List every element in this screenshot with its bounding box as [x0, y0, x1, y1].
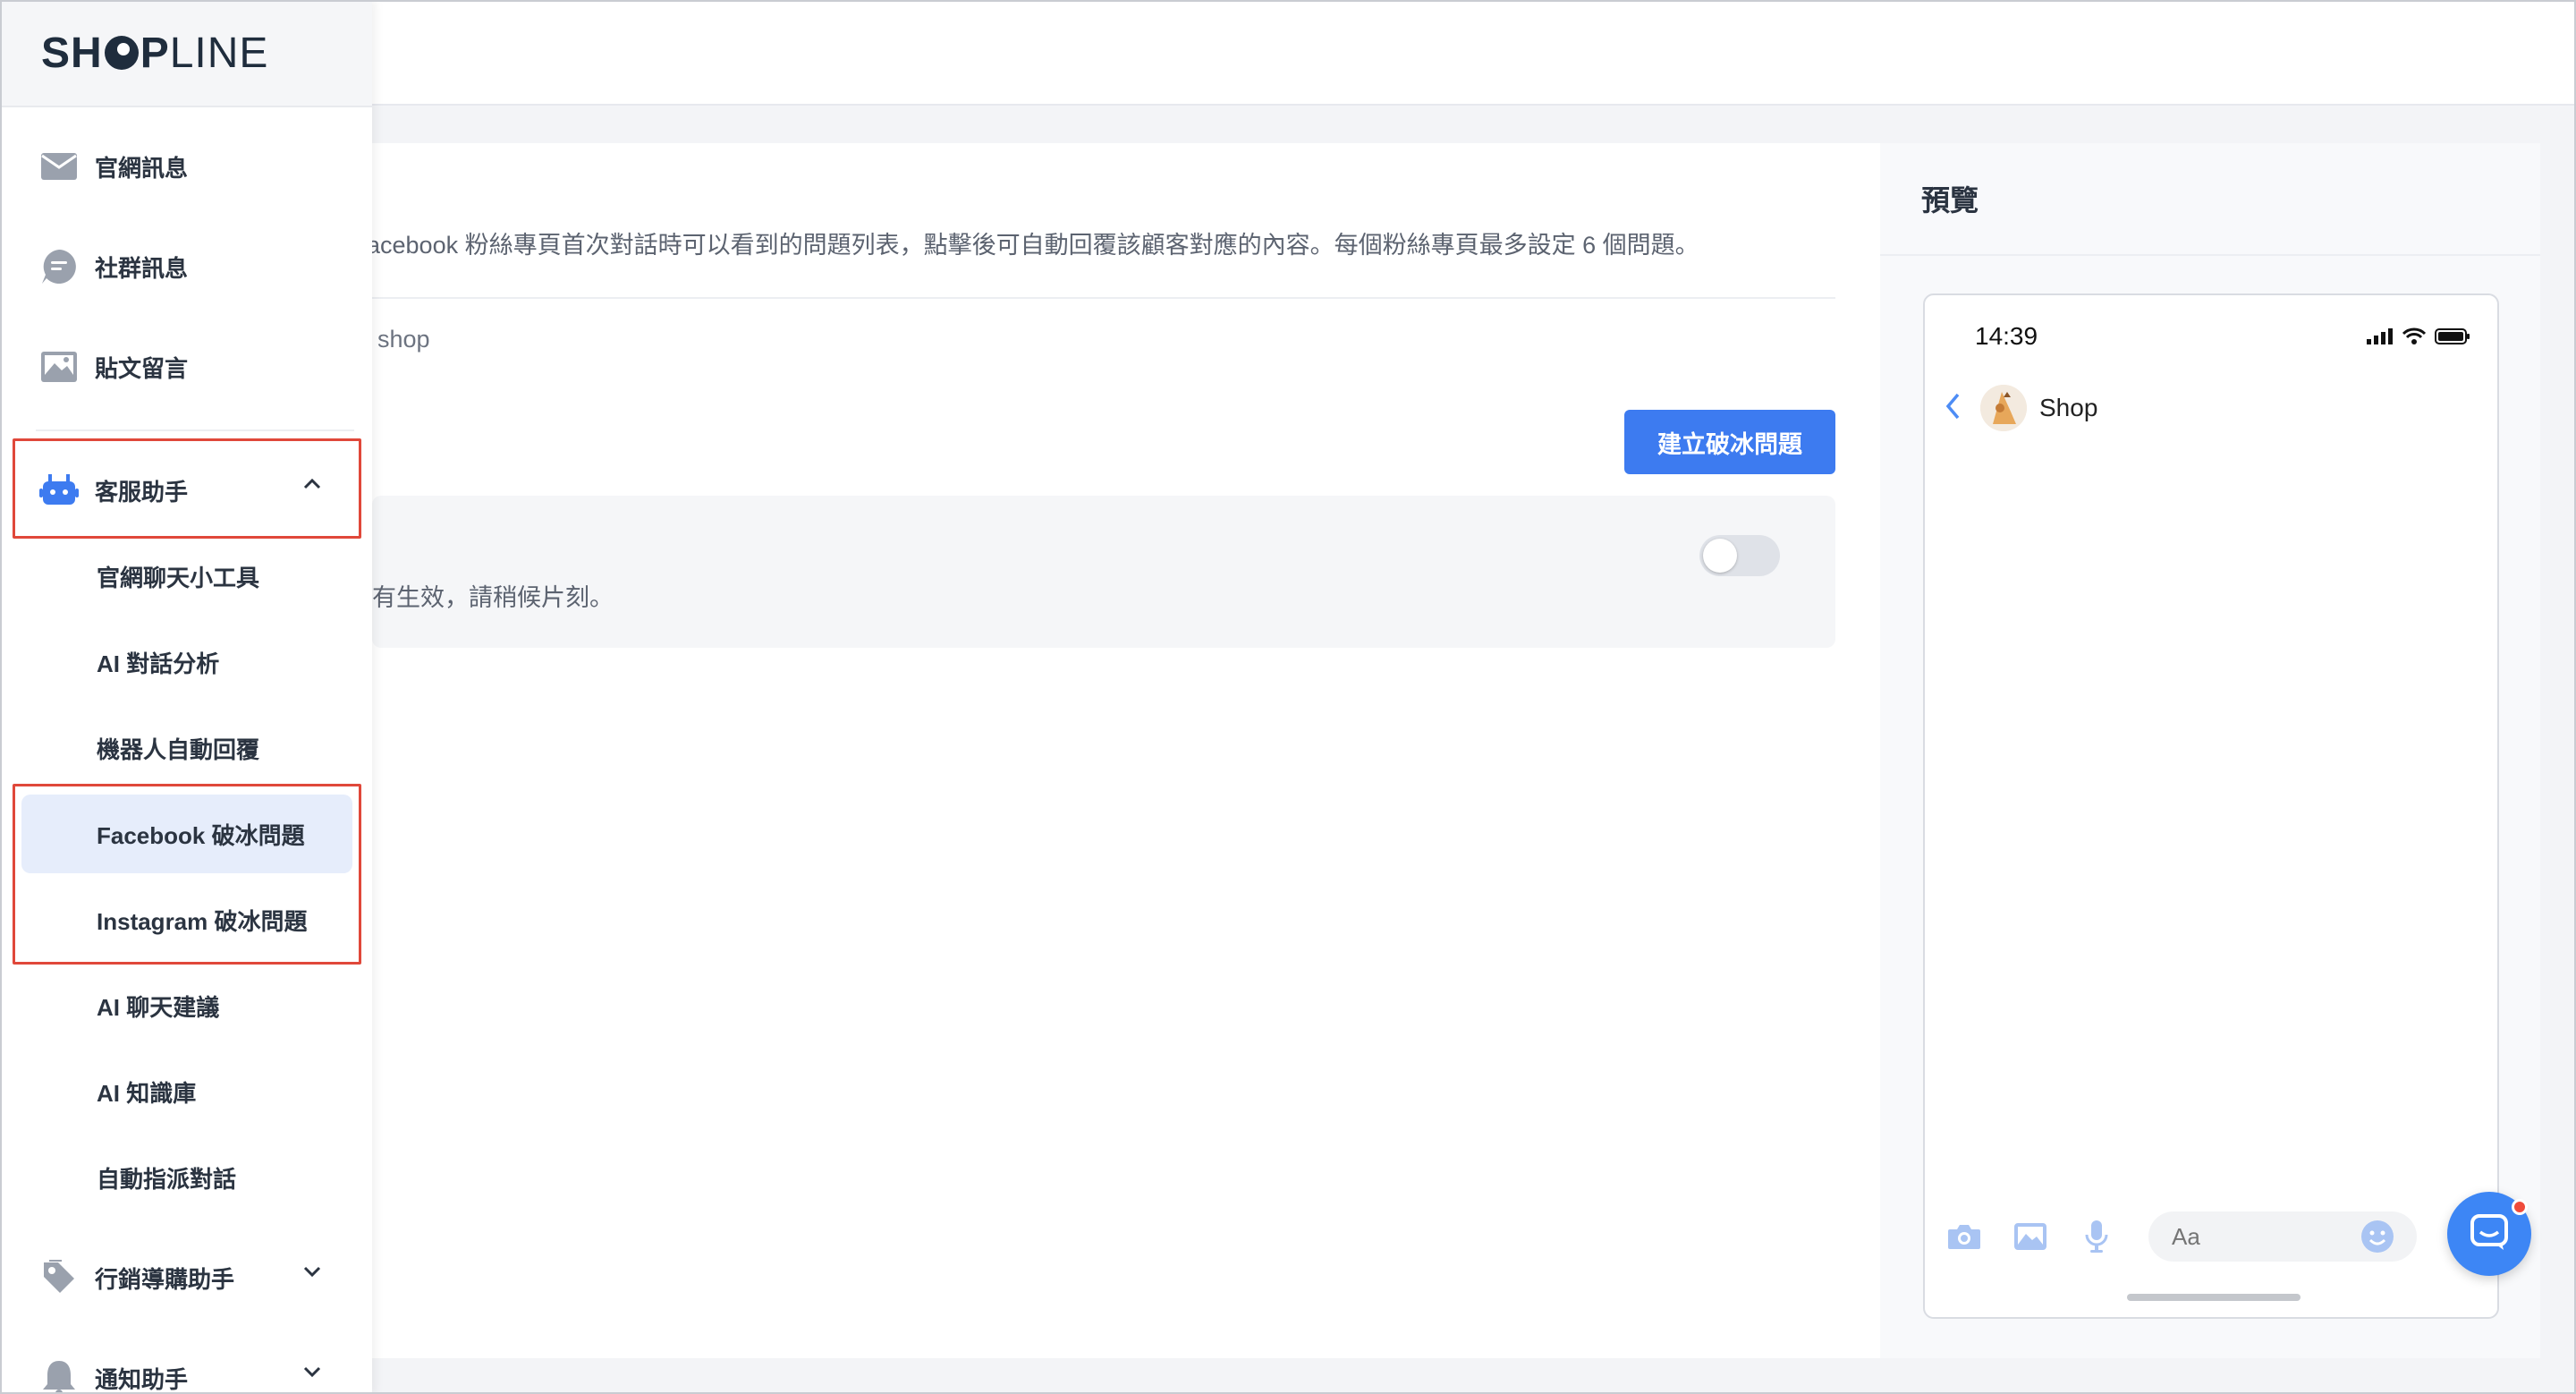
- chevron-down-icon[interactable]: [302, 1365, 322, 1382]
- sidebar-subitem-ai-conversation-analysis[interactable]: AI 對話分析: [21, 623, 352, 701]
- image-icon: [39, 347, 79, 387]
- tag-icon: [39, 1258, 79, 1297]
- sidebar-subitem-ai-knowledge-base[interactable]: AI 知識庫: [21, 1052, 352, 1131]
- logo-text-right: LINE: [169, 29, 269, 77]
- battery-icon: [2435, 327, 2470, 350]
- camera-icon[interactable]: [1939, 1211, 1989, 1262]
- sidebar-item-label: 行銷導購助手: [95, 1265, 235, 1293]
- chat-bubble-icon: [39, 247, 79, 286]
- microphone-icon[interactable]: [2072, 1211, 2122, 1262]
- notification-dot: [2512, 1199, 2528, 1215]
- logo-text-mid: P: [140, 29, 170, 77]
- shop-avatar: [1980, 385, 2027, 431]
- highlight-box-customer-service: [13, 438, 361, 539]
- create-icebreaker-button[interactable]: 建立破冰問題: [1624, 410, 1835, 474]
- support-chat-button[interactable]: [2447, 1192, 2531, 1276]
- sidebar-item-marketing-assistant[interactable]: 行銷導購助手: [13, 1238, 358, 1317]
- sidebar-subitem-ai-chat-suggestions[interactable]: AI 聊天建議: [21, 966, 352, 1045]
- sidebar-item-social-messages[interactable]: 社群訊息: [13, 227, 358, 306]
- sidebar-item-post-comments[interactable]: 貼文留言: [13, 327, 358, 406]
- highlight-box-icebreakers: [13, 784, 361, 965]
- sidebar-subitem-web-chat-widget[interactable]: 官網聊天小工具: [21, 537, 352, 616]
- signal-icon: [2367, 328, 2394, 349]
- back-chevron-icon[interactable]: [1945, 392, 1962, 425]
- preview-title: 預覽: [1880, 143, 2540, 256]
- sidebar-item-web-messages[interactable]: 官網訊息: [13, 127, 358, 206]
- status-icons: [2367, 327, 2470, 350]
- chat-header: Shop: [1945, 385, 2097, 431]
- shopline-logo[interactable]: SH P LINE: [41, 29, 268, 78]
- sidebar-subitem-bot-auto-reply[interactable]: 機器人自動回覆: [21, 709, 352, 787]
- main-card: [372, 143, 1880, 1358]
- icebreaker-toggle-switch[interactable]: [1699, 535, 1780, 576]
- chat-name: Shop: [2039, 394, 2098, 421]
- sidebar-item-notification-assistant[interactable]: 通知助手: [13, 1339, 358, 1394]
- content-divider: [372, 297, 1835, 299]
- toggle-knob: [1703, 539, 1737, 573]
- logo-text-left: SH: [41, 29, 103, 77]
- top-bar: [372, 0, 2576, 106]
- gallery-icon[interactable]: [2005, 1211, 2055, 1262]
- preview-panel: 預覽 14:39 Shop: [1880, 143, 2540, 1358]
- chat-bubble-icon: [2470, 1212, 2509, 1256]
- sidebar-divider: [36, 429, 354, 431]
- home-indicator: [2127, 1294, 2301, 1301]
- sidebar: SH P LINE 官網訊息 社群訊息 貼文留言 客服助手 官網聊天小工具 AI 對…: [0, 0, 372, 1394]
- logo-area: SH P LINE: [0, 0, 372, 107]
- emoji-icon[interactable]: [2352, 1211, 2402, 1262]
- fan-page-name: shop: [377, 326, 430, 353]
- bell-icon: [39, 1358, 79, 1394]
- sidebar-item-label: 通知助手: [95, 1365, 189, 1393]
- sidebar-subitem-auto-assign-conversation[interactable]: 自動指派對話: [21, 1138, 352, 1217]
- status-time: 14:39: [1975, 322, 2038, 350]
- sidebar-item-label: 貼文留言: [95, 354, 189, 382]
- sidebar-item-label: 官網訊息: [95, 154, 189, 182]
- icebreaker-toggle-card: 有生效，請稍候片刻。: [372, 496, 1835, 648]
- logo-o-mark-icon: [104, 36, 139, 70]
- chevron-down-icon[interactable]: [302, 1265, 322, 1282]
- mail-icon: [39, 147, 79, 186]
- toggle-hint-text: 有生效，請稍候片刻。: [372, 584, 614, 611]
- sidebar-item-label: 社群訊息: [95, 254, 189, 282]
- message-composer: [1939, 1211, 2476, 1262]
- page-description: acebook 粉絲專頁首次對話時可以看到的問題列表，點擊後可自動回覆該顧客對應…: [367, 232, 1699, 259]
- wifi-icon: [2402, 327, 2427, 350]
- phone-mockup: 14:39 Shop: [1923, 293, 2499, 1319]
